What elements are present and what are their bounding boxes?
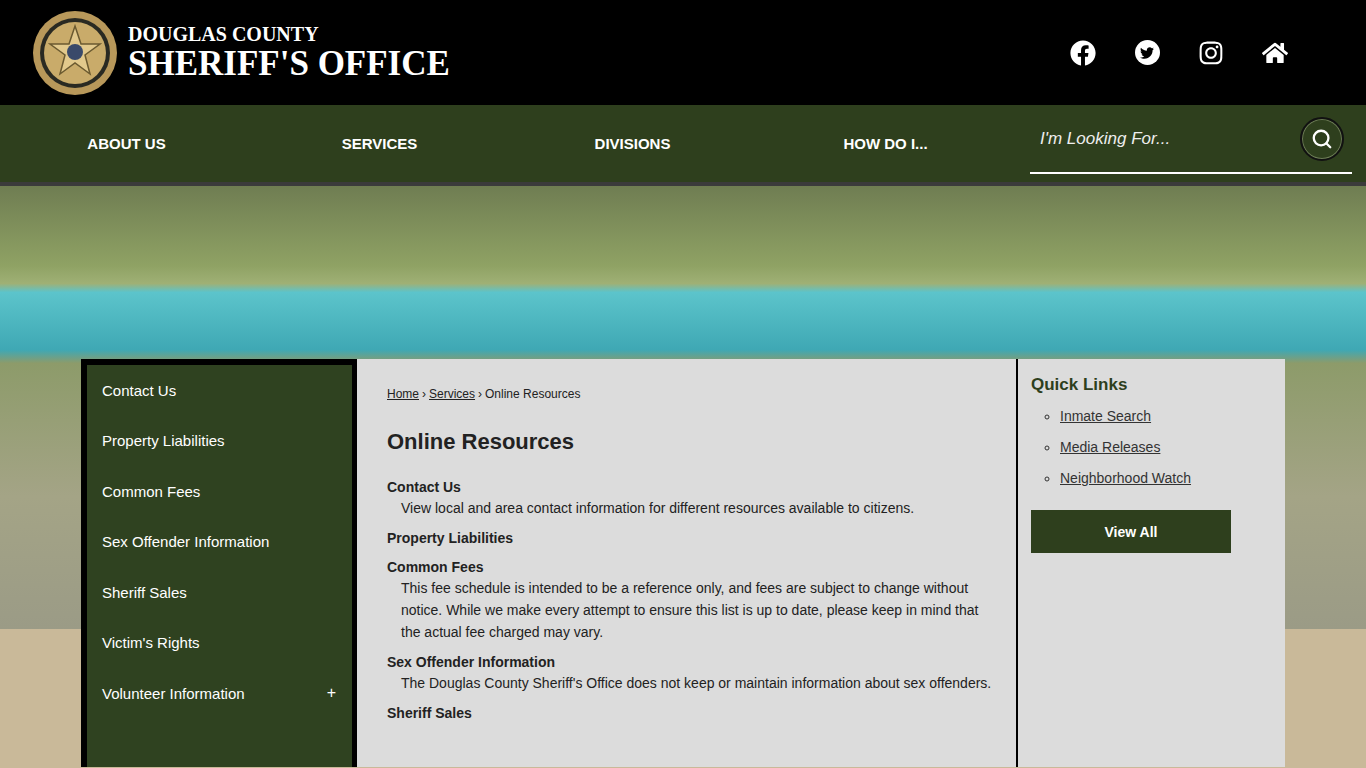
- sidebar-item[interactable]: Sex Offender Information: [87, 517, 352, 568]
- agency-line: DOUGLAS COUNTY: [128, 24, 450, 44]
- quick-link-item: Media Releases: [1060, 432, 1272, 463]
- breadcrumb-separator: ›: [478, 387, 482, 401]
- home-icon: [1262, 40, 1288, 66]
- resource-title[interactable]: Property Liabilities: [387, 528, 996, 548]
- resource-title[interactable]: Sex Offender Information: [387, 652, 996, 672]
- facebook-icon: [1070, 40, 1096, 66]
- resource-description: View local and area contact information …: [387, 497, 996, 519]
- resource: Sheriff Sales: [387, 703, 996, 723]
- header: DOUGLAS COUNTYSHERIFF'S OFFICE: [0, 0, 1366, 105]
- page: DOUGLAS COUNTYSHERIFF'S OFFICE ABOUT USSE…: [0, 0, 1366, 767]
- content-container: Contact UsProperty LiabilitiesCommon Fee…: [81, 359, 1285, 767]
- view-all-button[interactable]: View All: [1031, 510, 1231, 553]
- office-line: SHERIFF'S OFFICE: [128, 46, 450, 81]
- nav-item[interactable]: DIVISIONS: [506, 105, 759, 182]
- quick-link[interactable]: Inmate Search: [1060, 408, 1151, 424]
- quick-link[interactable]: Media Releases: [1060, 439, 1160, 455]
- hero-stage: Contact UsProperty LiabilitiesCommon Fee…: [0, 186, 1366, 767]
- expand-toggle[interactable]: +: [327, 684, 336, 702]
- search-button[interactable]: [1300, 117, 1344, 161]
- quick-links: Quick Links Inmate Search Media Releases Ne…: [1016, 359, 1285, 767]
- breadcrumb-item: Online Resources: [485, 387, 580, 401]
- sidebar-list: Contact UsProperty LiabilitiesCommon Fee…: [87, 365, 352, 767]
- social-link[interactable]: [1198, 40, 1224, 66]
- nav-item[interactable]: HOW DO I...: [759, 105, 1012, 182]
- main-content: Home›Services›Online ResourcesOnline Res…: [357, 359, 1016, 767]
- breadcrumb: Home›Services›Online Resources: [387, 387, 996, 401]
- sidebar-item[interactable]: Property Liabilities: [87, 416, 352, 467]
- resource-title[interactable]: Sheriff Sales: [387, 703, 996, 723]
- sidebar-item[interactable]: Common Fees: [87, 466, 352, 517]
- resource: Contact UsView local and area contact in…: [387, 477, 996, 519]
- social-link[interactable]: [1262, 40, 1288, 66]
- search-icon: [1311, 128, 1333, 150]
- quick-links-list: Inmate Search Media Releases Neighborhood …: [1031, 401, 1272, 494]
- sidebar-item[interactable]: Sheriff Sales: [87, 567, 352, 618]
- social-links: [1070, 40, 1288, 66]
- sidebar-item[interactable]: Victim's Rights: [87, 618, 352, 669]
- sidebar: Contact UsProperty LiabilitiesCommon Fee…: [81, 359, 357, 767]
- quick-link[interactable]: Neighborhood Watch: [1060, 470, 1191, 486]
- resource: Common FeesThis fee schedule is intended…: [387, 557, 996, 643]
- breadcrumb-separator: ›: [422, 387, 426, 401]
- resource-description: This fee schedule is intended to be a re…: [387, 577, 996, 643]
- nav-item[interactable]: ABOUT US: [0, 105, 253, 182]
- resource: Property Liabilities: [387, 528, 996, 548]
- main-nav: ABOUT USSERVICESDIVISIONSHOW DO I...: [0, 105, 1366, 186]
- social-link[interactable]: [1134, 40, 1160, 66]
- instagram-icon: [1198, 40, 1224, 66]
- resource-title[interactable]: Common Fees: [387, 557, 996, 577]
- nav-item[interactable]: SERVICES: [253, 105, 506, 182]
- logo[interactable]: DOUGLAS COUNTYSHERIFF'S OFFICE: [32, 10, 450, 96]
- resource: Sex Offender InformationThe Douglas Coun…: [387, 652, 996, 694]
- quick-link-item: Neighborhood Watch: [1060, 463, 1272, 494]
- breadcrumb-item[interactable]: Services: [429, 387, 475, 401]
- quick-link-item: Inmate Search: [1060, 401, 1272, 432]
- resource-title[interactable]: Contact Us: [387, 477, 996, 497]
- twitter-icon: [1135, 40, 1160, 65]
- logo-text: DOUGLAS COUNTYSHERIFF'S OFFICE: [128, 24, 450, 81]
- nav-list: ABOUT USSERVICESDIVISIONSHOW DO I...: [0, 105, 1012, 182]
- sidebar-item[interactable]: Volunteer Information+: [87, 668, 352, 719]
- page-title: Online Resources: [387, 429, 996, 455]
- badge-icon: [32, 10, 118, 96]
- quick-links-title: Quick Links: [1031, 375, 1272, 395]
- search-input[interactable]: [1030, 119, 1300, 159]
- sidebar-item[interactable]: Contact Us: [87, 365, 352, 416]
- search-box: [1030, 105, 1352, 174]
- social-link[interactable]: [1070, 40, 1096, 66]
- breadcrumb-item[interactable]: Home: [387, 387, 419, 401]
- resource-description: The Douglas County Sheriff's Office does…: [387, 672, 996, 694]
